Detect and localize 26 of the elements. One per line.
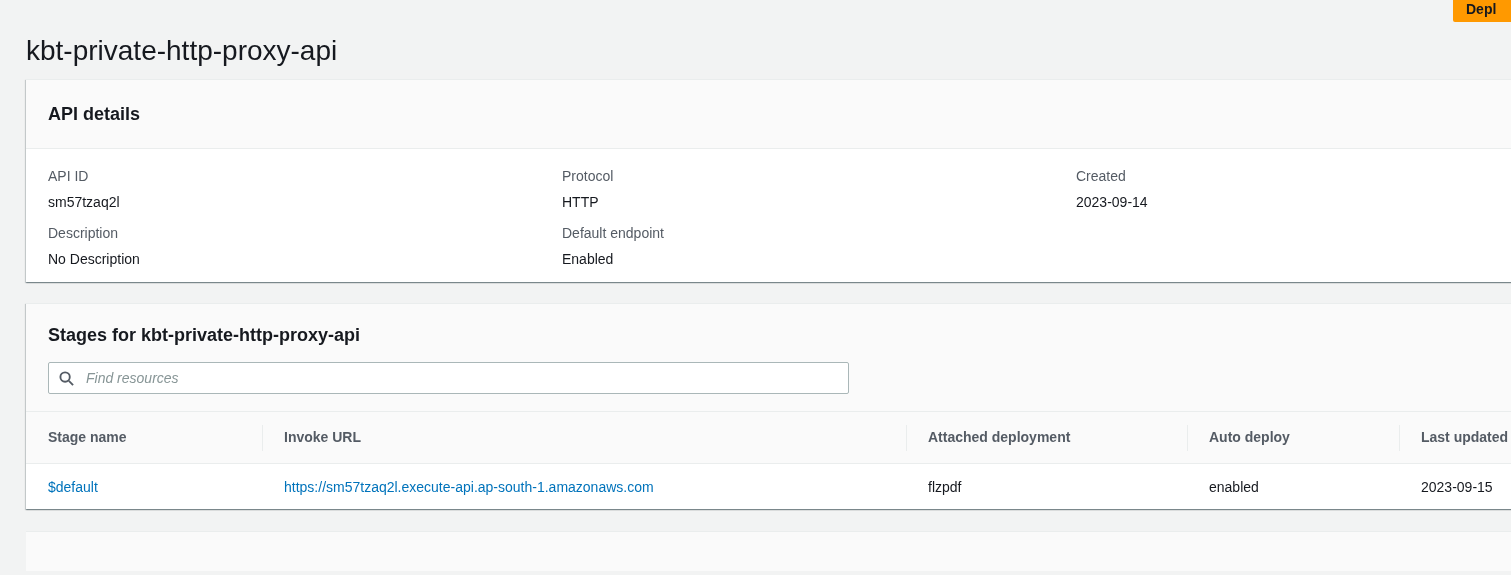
column-header: Last updated	[1421, 428, 1509, 447]
table-cell: enabled	[1209, 478, 1259, 495]
field-label: Protocol	[562, 167, 615, 185]
table-cell: flzpdf	[928, 478, 962, 495]
table-link[interactable]: $default	[48, 478, 98, 495]
page-title: kbt-private-http-proxy-api	[26, 34, 339, 68]
field-value: No Description	[48, 250, 141, 268]
search-field[interactable]: Find resources	[48, 362, 849, 394]
field-label: Created	[1076, 167, 1127, 185]
field-label: Description	[48, 224, 120, 242]
search-icon	[59, 371, 74, 386]
column-header: Invoke URL	[284, 428, 361, 447]
field-label: API ID	[48, 167, 90, 185]
field-value: 2023-09-14	[1076, 193, 1149, 211]
field-label: Default endpoint	[562, 224, 665, 242]
section-heading: API details	[48, 102, 141, 126]
field-value: sm57tzaq2l	[48, 193, 121, 211]
field-value: HTTP	[562, 193, 600, 211]
deploy-button[interactable]: Depl	[1453, 0, 1511, 22]
section-heading: Stages for kbt-private-http-proxy-api	[48, 324, 362, 346]
column-header: Stage name	[48, 428, 127, 447]
field-value: Enabled	[562, 250, 615, 268]
column-header: Auto deploy	[1209, 428, 1290, 447]
table-link[interactable]: https://sm57tzaq2l.execute-api.ap-south-1.amazonaws.com	[284, 478, 654, 495]
column-header: Attached deployment	[928, 428, 1071, 447]
table-cell: 2023-09-15	[1421, 478, 1493, 495]
